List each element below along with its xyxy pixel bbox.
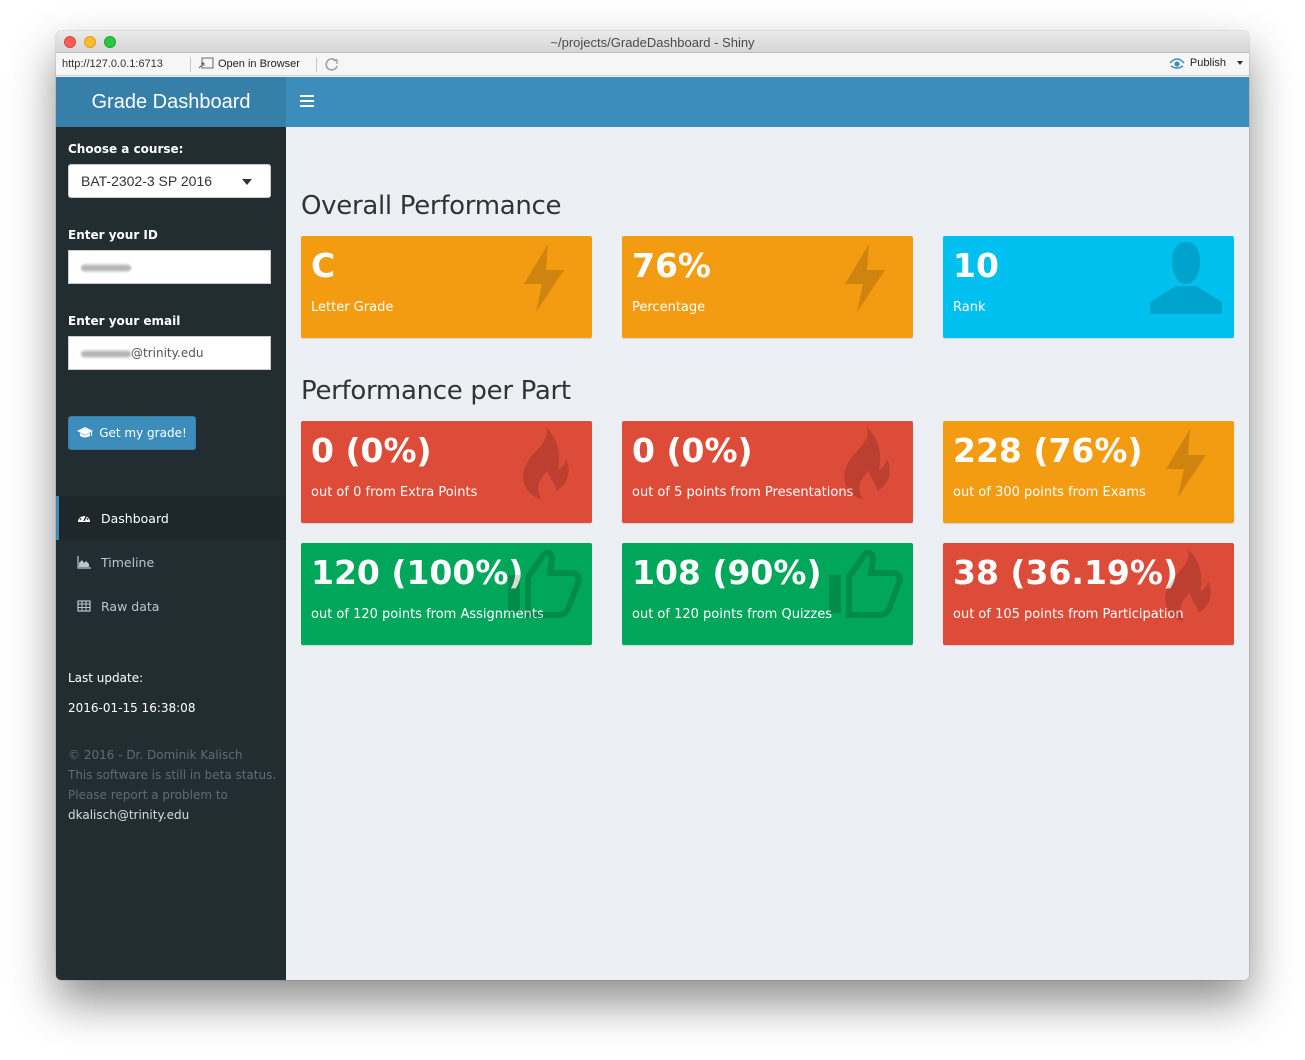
box-subtitle: Letter Grade xyxy=(311,300,394,315)
publish-dropdown-caret-icon[interactable] xyxy=(1237,61,1243,65)
title-bar: ~/projects/GradeDashboard - Shiny xyxy=(56,31,1249,53)
sidebar-item-label: Timeline xyxy=(101,554,155,570)
bolt-icon xyxy=(845,244,885,312)
main-content: Overall Performance C Letter Grade 76% P… xyxy=(286,127,1249,980)
box-subtitle: out of 5 points from Presentations xyxy=(632,485,854,500)
viewer-toolbar: http://127.0.0.1:6713 Open in Browser Pu… xyxy=(56,53,1249,76)
box-subtitle: out of 0 from Extra Points xyxy=(311,485,478,500)
overall-performance-title: Overall Performance xyxy=(301,191,562,221)
email-label: Enter your email xyxy=(68,314,181,328)
toolbar-divider xyxy=(316,57,317,72)
email-input[interactable]: @trinity.edu xyxy=(68,336,271,370)
email-domain: @trinity.edu xyxy=(131,346,204,360)
report-text: Please report a problem to xyxy=(68,788,228,802)
course-label: Choose a course: xyxy=(68,142,184,156)
support-email-link[interactable]: dkalisch@trinity.edu xyxy=(68,805,276,825)
box-subtitle: Percentage xyxy=(632,300,706,315)
redacted-id xyxy=(81,263,131,272)
open-browser-icon xyxy=(198,57,214,69)
bolt-icon xyxy=(1166,429,1206,497)
box-value: 108 (90%) xyxy=(632,553,822,592)
box-value: 76% xyxy=(632,246,711,285)
box-value: 10 xyxy=(953,246,999,285)
copyright-text: © 2016 - Dr. Dominik Kalisch xyxy=(68,748,243,762)
top-navbar xyxy=(286,77,1249,127)
box-value: 228 (76%) xyxy=(953,431,1143,470)
open-in-browser-button[interactable]: Open in Browser xyxy=(198,57,300,70)
course-select[interactable]: BAT-2302-3 SP 2016 xyxy=(68,164,271,198)
graduation-cap-icon xyxy=(77,427,94,438)
app-window: ~/projects/GradeDashboard - Shiny http:/… xyxy=(56,31,1249,980)
sidebar-item-timeline[interactable]: Timeline xyxy=(56,540,286,584)
table-icon xyxy=(77,600,91,612)
get-grade-button[interactable]: Get my grade! xyxy=(68,416,196,450)
exams-box: 228 (76%) out of 300 points from Exams xyxy=(943,421,1234,523)
assignments-box: 120 (100%) out of 120 points from Assign… xyxy=(301,543,592,645)
window-title: ~/projects/GradeDashboard - Shiny xyxy=(550,35,755,50)
sidebar-item-label: Raw data xyxy=(101,598,160,614)
thumbs-up-icon xyxy=(508,549,582,618)
presentations-box: 0 (0%) out of 5 points from Presentation… xyxy=(622,421,913,523)
thumbs-up-icon xyxy=(829,549,903,618)
app-logo[interactable]: Grade Dashboard xyxy=(56,77,286,127)
footer-note: © 2016 - Dr. Dominik Kalisch This softwa… xyxy=(68,745,276,825)
fire-icon xyxy=(844,427,890,499)
url-label: http://127.0.0.1:6713 xyxy=(62,58,163,70)
box-value: 120 (100%) xyxy=(311,553,524,592)
participation-box: 38 (36.19%) out of 105 points from Parti… xyxy=(943,543,1234,645)
box-value: 0 (0%) xyxy=(632,431,753,470)
fire-icon xyxy=(1165,549,1211,621)
sidebar: Choose a course: BAT-2302-3 SP 2016 Ente… xyxy=(56,127,286,980)
id-label: Enter your ID xyxy=(68,228,158,242)
last-update-value: 2016-01-15 16:38:08 xyxy=(68,701,196,715)
fire-icon xyxy=(523,427,569,499)
sidebar-item-raw-data[interactable]: Raw data xyxy=(56,584,286,628)
sidebar-item-label: Dashboard xyxy=(101,510,169,526)
toolbar-divider xyxy=(190,57,191,72)
course-select-value: BAT-2302-3 SP 2016 xyxy=(81,173,213,189)
id-input[interactable] xyxy=(68,250,271,284)
refresh-icon[interactable] xyxy=(324,56,340,72)
box-subtitle: out of 300 points from Exams xyxy=(953,485,1146,500)
box-value: C xyxy=(311,246,336,285)
publish-label: Publish xyxy=(1189,57,1226,69)
performance-per-part-title: Performance per Part xyxy=(301,376,571,406)
beta-notice: This software is still in beta status. xyxy=(68,768,277,782)
publish-icon xyxy=(1169,58,1185,69)
rank-box: 10 Rank xyxy=(943,236,1234,338)
letter-grade-box: C Letter Grade xyxy=(301,236,592,338)
hamburger-icon[interactable] xyxy=(300,95,314,109)
area-chart-icon xyxy=(77,556,91,569)
chevron-down-icon xyxy=(242,179,252,185)
box-value: 0 (0%) xyxy=(311,431,432,470)
quizzes-box: 108 (90%) out of 120 points from Quizzes xyxy=(622,543,913,645)
get-grade-label: Get my grade! xyxy=(99,426,187,440)
publish-button[interactable]: Publish xyxy=(1169,57,1243,69)
box-subtitle: out of 120 points from Quizzes xyxy=(632,607,832,622)
redacted-email-user xyxy=(81,349,131,358)
box-subtitle: Rank xyxy=(953,300,986,315)
box-value: 38 (36.19%) xyxy=(953,553,1179,592)
sidebar-item-dashboard[interactable]: Dashboard xyxy=(56,496,286,540)
dashboard-icon xyxy=(78,515,90,522)
user-icon xyxy=(1150,242,1222,314)
percentage-box: 76% Percentage xyxy=(622,236,913,338)
bolt-icon xyxy=(524,244,564,312)
sidebar-menu: Dashboard Timeline Raw data xyxy=(56,496,286,628)
last-update-label: Last update: xyxy=(68,671,144,685)
open-in-browser-label: Open in Browser xyxy=(218,57,300,70)
extra-points-box: 0 (0%) out of 0 from Extra Points xyxy=(301,421,592,523)
